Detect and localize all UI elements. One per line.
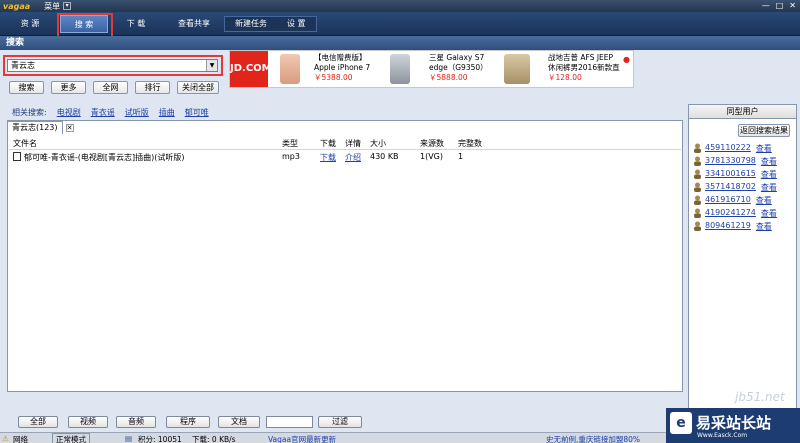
related-link-artist[interactable]: 郁可唯 [185, 107, 209, 118]
filter-video-button[interactable]: 视频 [68, 416, 108, 428]
maximize-button[interactable]: □ [776, 1, 784, 10]
more-button[interactable]: 更多 [51, 81, 86, 94]
tab-view-shares[interactable]: 查看共享 [166, 15, 222, 33]
related-link-song[interactable]: 青衣谣 [91, 107, 115, 118]
filter-all-button[interactable]: 全部 [18, 416, 58, 428]
col-detail[interactable]: 详情 [345, 138, 361, 149]
minimize-button[interactable]: — [762, 1, 770, 10]
user-row[interactable]: 459110222 查看 [705, 143, 772, 154]
user-row[interactable]: 4190241274 查看 [705, 208, 777, 219]
related-label: 相关搜索: [12, 108, 47, 117]
chevron-down-icon[interactable]: ▾ [63, 2, 72, 10]
search-section-header: 搜索 [0, 36, 800, 50]
search-button[interactable]: 搜索 [9, 81, 44, 94]
warning-icon: ⚠ [2, 434, 9, 443]
watermark-title: 易采站长站 [696, 414, 772, 432]
ad-banner[interactable]: JD.COM 【电信赠费版】 Apple iPhone 7 ￥5388.00 三… [229, 50, 634, 88]
similar-users-header: 同型用户 [688, 104, 797, 119]
user-icon [693, 156, 702, 166]
galaxy-image [390, 54, 410, 84]
ranking-button[interactable]: 排行 [135, 81, 170, 94]
col-download[interactable]: 下载 [320, 138, 336, 149]
col-filename[interactable]: 文件名 [13, 138, 37, 149]
close-icon[interactable]: ✕ [65, 123, 74, 132]
user-row[interactable]: 809461219 查看 [705, 221, 772, 232]
promo-link[interactable]: 史无前例,重庆链接加盟80% [546, 434, 640, 443]
iphone-image [280, 54, 300, 84]
user-row[interactable]: 3571418702 查看 [705, 182, 777, 193]
filter-audio-button[interactable]: 音频 [116, 416, 156, 428]
table-row[interactable]: 郁可唯-青衣谣-(电视剧[青云志]插曲)(试听版) mp3 下载 介绍 430 … [9, 150, 681, 164]
user-row[interactable]: 3341001615 查看 [705, 169, 777, 180]
detail-link[interactable]: 介绍 [345, 152, 361, 163]
main-menu-button[interactable]: 菜单 [44, 1, 60, 12]
ad-item-2[interactable]: 三星 Galaxy S7 edge（G9350） ￥5888.00 [429, 53, 488, 83]
file-type: mp3 [282, 152, 300, 161]
news-link[interactable]: Vagaa官网最新更新 [268, 434, 336, 443]
faint-watermark: jb51.net [735, 390, 785, 404]
source-count: 1(VG) [420, 152, 444, 161]
back-to-results-button[interactable]: 返回搜索结果 [738, 124, 790, 137]
file-name[interactable]: 郁可唯-青衣谣-(电视剧[青云志]插曲)(试听版) [24, 153, 185, 162]
related-searches: 相关搜索: 电视剧 青衣谣 试听版 插曲 郁可唯 [12, 107, 209, 118]
filter-apply-button[interactable]: 过滤 [318, 416, 362, 428]
user-icon [693, 182, 702, 192]
download-link[interactable]: 下载 [320, 152, 336, 163]
user-icon [693, 208, 702, 218]
new-task-button[interactable]: 新建任务 [225, 17, 277, 31]
col-sources[interactable]: 来源数 [420, 138, 444, 149]
user-row[interactable]: 3781330798 查看 [705, 156, 777, 167]
complete-count: 1 [458, 152, 464, 161]
ad-item-1[interactable]: 【电信赠费版】 Apple iPhone 7 ￥5388.00 [314, 53, 370, 83]
results-table: 文件名 类型 下载 详情 大小 来源数 完整数 郁可唯-青衣谣-(电视剧[青云志… [9, 136, 681, 164]
result-tabs: 青云志(123) ✕ [7, 121, 74, 134]
related-link-insert[interactable]: 插曲 [159, 107, 175, 118]
file-size: 430 KB [370, 152, 399, 161]
watermark-logo-icon: e [670, 412, 692, 434]
close-all-button[interactable]: 关闭全部 [177, 81, 219, 94]
app-logo: vagaa [3, 1, 31, 11]
network-status: 网络 [13, 435, 28, 443]
col-complete[interactable]: 完整数 [458, 138, 482, 149]
related-link-tv[interactable]: 电视剧 [57, 107, 81, 118]
user-icon [693, 221, 702, 231]
col-type[interactable]: 类型 [282, 138, 298, 149]
related-link-preview[interactable]: 试听版 [125, 107, 149, 118]
user-icon [693, 169, 702, 179]
secondary-nav: 新建任务 设 置 [224, 16, 317, 32]
filter-program-button[interactable]: 程序 [166, 416, 210, 428]
highlight-box-search-input [3, 55, 223, 76]
download-speed: 下载: 0 KB/s [192, 435, 236, 443]
tab-downloads[interactable]: 下 载 [112, 15, 160, 33]
filter-input[interactable] [266, 416, 313, 428]
user-icon [693, 195, 702, 205]
ad-badge-icon: ● [623, 55, 630, 64]
points-count: 积分: 10051 [138, 435, 182, 443]
col-size[interactable]: 大小 [370, 138, 386, 149]
stats-icon: ▤ [125, 434, 133, 443]
mode-selector[interactable]: 正常模式 [52, 433, 90, 443]
ad-item-3[interactable]: 战地吉普 AFS JEEP 休闲裤男2016新款直 ￥128.00 [548, 53, 620, 83]
jd-logo: JD.COM [230, 51, 272, 87]
navigation-bar: 资 源 搜 索 下 载 查看共享 新建任务 设 置 [0, 12, 800, 36]
result-tab[interactable]: 青云志(123) [7, 121, 63, 134]
title-bar: vagaa 菜单 ▾ — □ ✕ [0, 0, 800, 12]
user-icon [693, 143, 702, 153]
tab-resources[interactable]: 资 源 [6, 15, 54, 33]
user-row[interactable]: 461916710 查看 [705, 195, 772, 206]
pants-image [504, 54, 530, 84]
whole-network-button[interactable]: 全网 [93, 81, 128, 94]
filter-document-button[interactable]: 文档 [218, 416, 260, 428]
close-window-button[interactable]: ✕ [789, 1, 796, 10]
settings-button[interactable]: 设 置 [277, 17, 316, 31]
audio-file-icon [13, 152, 21, 161]
table-header: 文件名 类型 下载 详情 大小 来源数 完整数 [9, 136, 681, 150]
file-cell[interactable]: 郁可唯-青衣谣-(电视剧[青云志]插曲)(试听版) [13, 152, 185, 163]
watermark-subtitle: Www.Easck.Com [697, 432, 748, 439]
